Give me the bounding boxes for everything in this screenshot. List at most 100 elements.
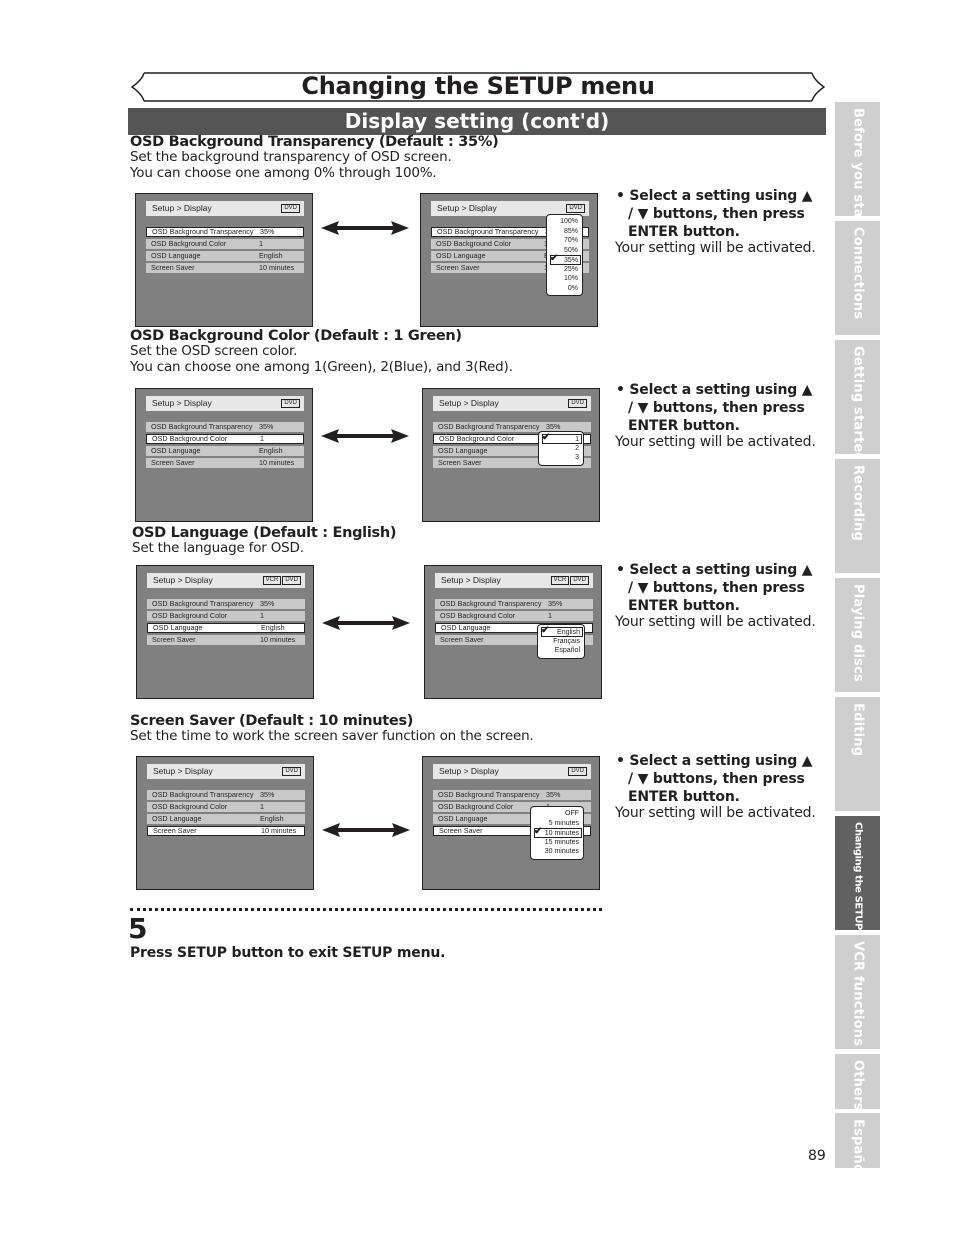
menu-row[interactable]: OSD Language English bbox=[146, 251, 304, 261]
source-badges: DVD bbox=[281, 204, 300, 213]
menu-row[interactable]: OSD Background Transparency 35% bbox=[146, 422, 304, 432]
option-item[interactable]: ✔ 10 minutes bbox=[534, 827, 582, 838]
side-tab-label: Recording bbox=[850, 465, 865, 541]
screen-breadcrumb: Setup > Display bbox=[153, 575, 213, 585]
menu-row[interactable]: OSD Background Transparency 35% bbox=[433, 790, 591, 800]
menu-row-label: OSD Background Color bbox=[152, 611, 228, 620]
side-tab-connections[interactable]: Connections bbox=[835, 221, 880, 335]
source-badge-dvd: DVD bbox=[282, 767, 301, 776]
side-tab-label: Getting started bbox=[850, 346, 865, 462]
side-tab-editing[interactable]: Editing bbox=[835, 697, 880, 811]
side-tab-getting-started[interactable]: Getting started bbox=[835, 340, 880, 462]
options-popup: OFF 5 minutes ✔ 10 minutes 15 minutes 30 minu… bbox=[530, 806, 584, 860]
option-item[interactable]: 2 bbox=[542, 444, 579, 454]
menu-row[interactable]: OSD Background Color 1 bbox=[435, 611, 593, 621]
option-item[interactable]: 25% bbox=[550, 265, 578, 275]
menu-row-value: 10 minutes bbox=[259, 263, 295, 272]
side-tab-español[interactable]: Español bbox=[835, 1113, 880, 1178]
option-item[interactable]: 100% bbox=[550, 217, 578, 227]
source-badges: DVD bbox=[566, 204, 585, 213]
option-label: 15 minutes bbox=[544, 838, 579, 846]
menu-row[interactable]: Screen Saver 10 minutes bbox=[146, 263, 304, 273]
menu-row[interactable]: Screen Saver 10 minutes bbox=[147, 826, 305, 836]
menu-row-label: Screen Saver bbox=[436, 263, 480, 272]
menu-row[interactable]: OSD Background Transparency 35% bbox=[435, 599, 593, 609]
tv-screen-after: Setup > Display DVD OSD Background Transpa… bbox=[422, 756, 600, 890]
double-arrow-icon bbox=[320, 614, 412, 632]
menu-row-label: OSD Background Color bbox=[152, 802, 228, 811]
option-item[interactable]: OFF bbox=[534, 809, 579, 819]
menu-row-label: Screen Saver bbox=[439, 826, 483, 835]
side-tab-changing-the-setup-menu[interactable]: Changing the SETUP menu bbox=[835, 816, 880, 963]
option-label: 10% bbox=[563, 275, 578, 282]
option-item[interactable]: Français bbox=[541, 637, 580, 647]
menu-row[interactable]: OSD Background Color 1 bbox=[146, 434, 304, 444]
option-item[interactable]: 15 minutes bbox=[534, 838, 579, 848]
menu-row[interactable]: OSD Background Transparency 35% bbox=[147, 599, 305, 609]
menu-row-value: English bbox=[259, 251, 283, 260]
side-tab-before-you-start[interactable]: Before you start bbox=[835, 102, 880, 231]
option-label: 0% bbox=[567, 284, 578, 292]
screen-header: Setup > Display DVD bbox=[146, 396, 304, 411]
source-badge-dvd: DVD bbox=[570, 576, 589, 585]
menu-row[interactable]: Screen Saver 10 minutes bbox=[146, 458, 304, 468]
option-item[interactable]: 10% bbox=[550, 274, 578, 284]
option-item[interactable]: ✔ 1 bbox=[542, 433, 582, 444]
menu-row[interactable]: OSD Language English bbox=[147, 623, 305, 633]
page-number: 89 bbox=[808, 1148, 826, 1164]
menu-row[interactable]: OSD Background Color 1 bbox=[147, 611, 305, 621]
menu-row[interactable]: Screen Saver 10 minutes bbox=[147, 635, 305, 645]
tv-screen-after: Setup > Display DVD OSD Background Transpa… bbox=[420, 193, 598, 327]
dotted-divider bbox=[130, 908, 602, 911]
screen-header: Setup > Display DVD bbox=[147, 764, 305, 779]
screen-header: Setup > Display DVD bbox=[433, 396, 591, 411]
menu-row[interactable]: OSD Language English bbox=[147, 814, 305, 824]
options-popup: ✔ English Français Español bbox=[537, 624, 585, 659]
source-badge-vcr: VCR bbox=[550, 576, 570, 585]
screen-breadcrumb: Setup > Display bbox=[152, 203, 212, 213]
menu-row[interactable]: OSD Background Color 1 bbox=[146, 239, 304, 249]
side-tab-others[interactable]: Others bbox=[835, 1054, 880, 1111]
side-tab-recording[interactable]: Recording bbox=[835, 459, 880, 573]
menu-row[interactable]: OSD Background Transparency 35% bbox=[147, 790, 305, 800]
source-badges: VCR DVD bbox=[262, 576, 301, 585]
menu-row-value: 35% bbox=[548, 599, 563, 608]
section-description: Set the OSD screen color. bbox=[130, 343, 298, 359]
menu-row[interactable]: OSD Background Color 1 bbox=[147, 802, 305, 812]
side-tab-label: Español bbox=[850, 1119, 865, 1178]
checkmark-icon: ✔ bbox=[550, 253, 559, 264]
source-badges: DVD bbox=[281, 399, 300, 408]
option-item[interactable]: 0% bbox=[550, 284, 578, 294]
side-tab-label: Playing discs bbox=[850, 584, 865, 682]
option-item[interactable]: 70% bbox=[550, 236, 578, 246]
side-tab-label: Others bbox=[850, 1060, 865, 1111]
option-item[interactable]: 30 minutes bbox=[534, 847, 579, 857]
side-tab-vcr-functions[interactable]: VCR functions bbox=[835, 935, 880, 1049]
option-label: 30 minutes bbox=[544, 848, 579, 855]
menu-row[interactable]: OSD Language English bbox=[146, 446, 304, 456]
menu-row-value: 10 minutes bbox=[261, 826, 297, 835]
option-item[interactable]: Español bbox=[541, 646, 580, 656]
menu-row[interactable]: OSD Background Transparency 35% bbox=[146, 227, 304, 237]
source-badges: DVD bbox=[282, 767, 301, 776]
menu-row-label: OSD Background Transparency bbox=[438, 790, 540, 799]
side-tab-playing-discs[interactable]: Playing discs bbox=[835, 578, 880, 692]
option-item[interactable]: 85% bbox=[550, 227, 578, 237]
option-item[interactable]: ✔ English bbox=[541, 626, 583, 637]
double-arrow-icon bbox=[319, 219, 411, 237]
option-item[interactable]: ✔ 35% bbox=[550, 253, 581, 265]
instruction-note: Your setting will be activated. bbox=[615, 240, 816, 256]
option-label: English bbox=[557, 629, 580, 636]
step-number: 5 bbox=[128, 912, 148, 945]
instruction-note: Your setting will be activated. bbox=[615, 805, 816, 821]
source-badge-dvd: DVD bbox=[568, 767, 587, 776]
tv-screen-before: Setup > Display VCR DVD OSD Background Tran… bbox=[136, 565, 314, 699]
option-item[interactable]: 3 bbox=[542, 453, 579, 463]
menu-row-label: OSD Language bbox=[152, 814, 202, 823]
menu-row-label: Screen Saver bbox=[438, 458, 482, 467]
source-badges: DVD bbox=[568, 767, 587, 776]
menu-row-value: 10 minutes bbox=[260, 635, 296, 644]
tv-screen-before: Setup > Display DVD OSD Background Transpa… bbox=[136, 756, 314, 890]
section-description: You can choose one among 0% through 100%… bbox=[130, 164, 437, 181]
double-arrow-icon bbox=[320, 821, 412, 839]
